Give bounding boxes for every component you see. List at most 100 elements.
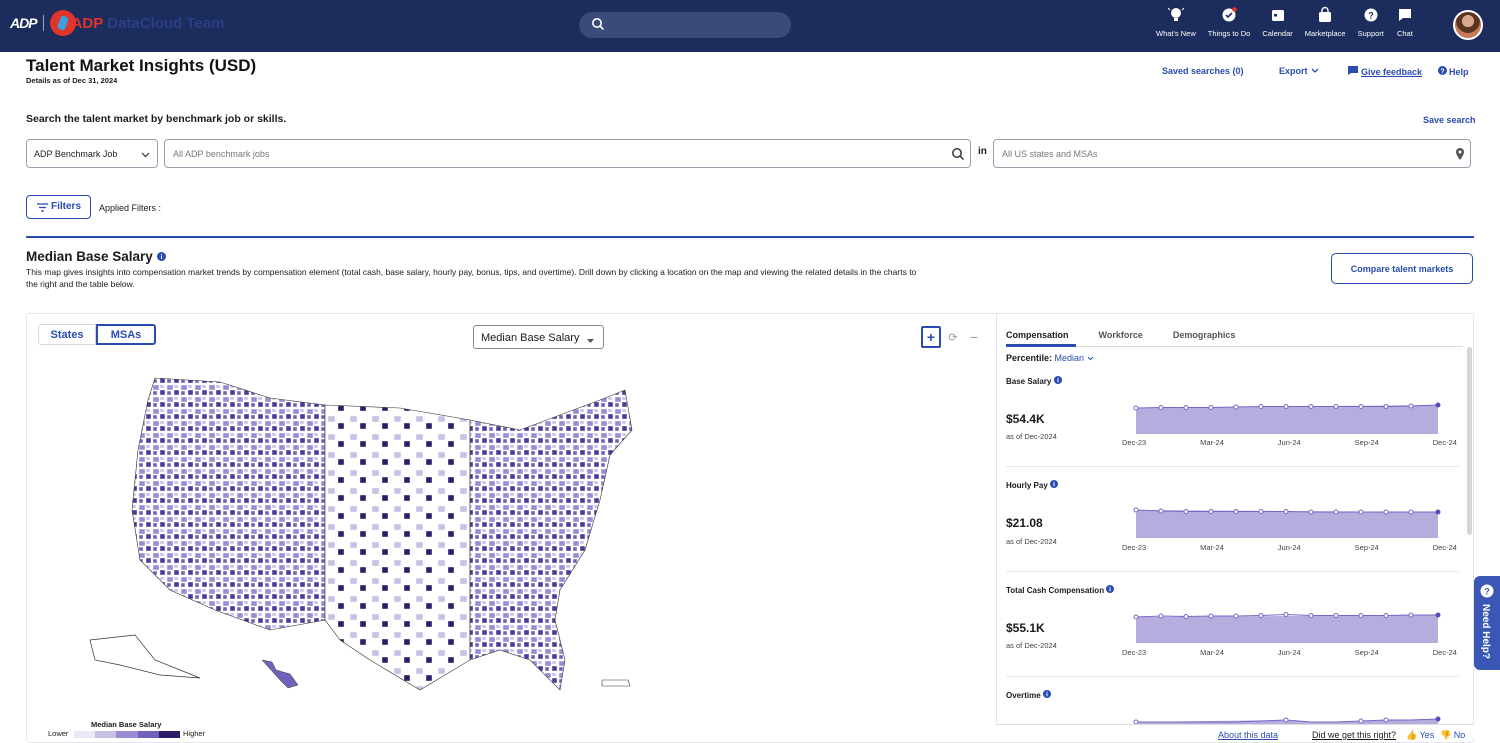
- metric-divider: [1006, 466, 1459, 467]
- choropleth-map[interactable]: [40, 360, 660, 715]
- legend-swatch: [158, 731, 181, 738]
- tab-demographics[interactable]: Demographics: [1173, 330, 1236, 344]
- svg-text:?: ?: [1440, 68, 1444, 75]
- compare-talent-markets-button[interactable]: Compare talent markets: [1331, 253, 1473, 284]
- applied-filters-label: Applied Filters :: [99, 203, 162, 213]
- metric-as-of: as of Dec-2024: [1006, 537, 1057, 546]
- legend-swatch: [74, 731, 96, 738]
- info-icon[interactable]: [1106, 585, 1115, 595]
- shopping-bag-icon: [1316, 6, 1334, 24]
- legend-color-scale: [74, 731, 181, 738]
- nav-things-to-do[interactable]: Things to Do: [1208, 6, 1250, 38]
- nav-label: Support: [1357, 29, 1384, 38]
- x-label: Dec-24: [1432, 543, 1457, 552]
- help-label: Help: [1449, 66, 1469, 77]
- need-help-label: Need Help?: [1480, 604, 1491, 660]
- active-tab-indicator: [1006, 344, 1076, 347]
- search-type-select[interactable]: ADP Benchmark Job: [26, 139, 158, 168]
- nav-whats-new[interactable]: What's New: [1156, 6, 1196, 38]
- feedback-question: Did we get this right?: [1312, 730, 1397, 740]
- thumbs-up-button[interactable]: 👍 Yes: [1406, 730, 1434, 741]
- section-description: This map gives insights into compensatio…: [26, 267, 917, 289]
- saved-searches-link[interactable]: Saved searches (0): [1162, 66, 1244, 76]
- toggle-states[interactable]: States: [38, 324, 96, 345]
- feedback-icon: [1348, 66, 1358, 77]
- panel-scrollbar[interactable]: [1467, 347, 1472, 535]
- x-label: Dec-23: [1122, 543, 1147, 552]
- location-pin-icon: [1455, 148, 1465, 162]
- user-avatar[interactable]: [1453, 10, 1483, 40]
- us-central-region: [324, 404, 471, 691]
- job-search-input[interactable]: All ADP benchmark jobs: [164, 139, 971, 168]
- calendar-icon: [1269, 6, 1287, 24]
- nav-support[interactable]: ? Support: [1358, 6, 1384, 38]
- location-search-input[interactable]: All US states and MSAs: [993, 139, 1471, 168]
- x-label: Jun-24: [1277, 648, 1301, 657]
- toggle-msas[interactable]: MSAs: [96, 324, 156, 345]
- insights-tabs: Compensation Workforce Demographics: [1006, 330, 1265, 344]
- info-icon[interactable]: [156, 249, 166, 264]
- nav-calendar[interactable]: Calendar: [1262, 6, 1293, 38]
- zoom-reset-button[interactable]: ⟳: [943, 326, 963, 348]
- logo-divider: [42, 15, 44, 31]
- percentile-label: Percentile:: [1006, 353, 1053, 363]
- save-search-link[interactable]: Save search: [1423, 115, 1476, 125]
- export-dropdown[interactable]: Export: [1279, 66, 1319, 76]
- thumbs-down-icon: 👎: [1440, 730, 1452, 740]
- help-icon: ?: [1362, 6, 1380, 24]
- filters-button[interactable]: Filters: [26, 195, 91, 219]
- lightbulb-icon: [1167, 6, 1185, 24]
- help-icon: ?: [1480, 584, 1494, 601]
- give-feedback-link[interactable]: Give feedback: [1348, 66, 1422, 77]
- map-metric-select[interactable]: Median Base Salary: [473, 325, 604, 349]
- svg-text:?: ?: [1368, 11, 1374, 21]
- x-label: Jun-24: [1277, 438, 1301, 447]
- zoom-in-button[interactable]: +: [921, 326, 941, 348]
- x-label: Mar-24: [1200, 648, 1224, 657]
- zoom-out-button[interactable]: −: [964, 326, 984, 348]
- export-label: Export: [1279, 66, 1308, 76]
- help-link[interactable]: ? Help: [1438, 66, 1469, 77]
- help-icon: ?: [1438, 66, 1447, 77]
- thumbs-down-button[interactable]: 👎 No: [1440, 730, 1465, 741]
- metric-divider: [1006, 571, 1459, 572]
- metric-as-of: as of Dec-2024: [1006, 641, 1057, 650]
- tab-compensation[interactable]: Compensation: [1006, 330, 1069, 344]
- global-search-input[interactable]: [579, 12, 791, 38]
- metric-base-salary-value: $54.4K: [1006, 412, 1045, 426]
- info-icon[interactable]: [1050, 480, 1059, 490]
- in-label: in: [978, 146, 987, 157]
- legend-high-label: Higher: [183, 729, 206, 738]
- filters-label: Filters: [51, 201, 82, 212]
- metric-as-of: as of Dec-2024: [1006, 432, 1057, 441]
- logo[interactable]: ADP ADP DataCloud Team: [10, 10, 224, 36]
- about-data-link[interactable]: About this data: [1218, 730, 1278, 740]
- percentile-value[interactable]: Median: [1055, 353, 1085, 363]
- data-feedback-bar: About this data Did we get this right? 👍…: [996, 724, 1474, 741]
- info-icon[interactable]: [1053, 376, 1062, 386]
- search-label: Search the talent market by benchmark jo…: [26, 113, 287, 125]
- no-label: No: [1453, 730, 1466, 740]
- metric-overtime-label: Overtime: [1006, 690, 1051, 700]
- tab-workforce[interactable]: Workforce: [1099, 330, 1143, 344]
- x-label: Mar-24: [1200, 543, 1224, 552]
- nav-chat[interactable]: Chat: [1396, 6, 1414, 38]
- page-title: Talent Market Insights (USD): [26, 56, 257, 75]
- brand-name: ADP: [71, 14, 104, 32]
- x-label: Sep-24: [1354, 543, 1379, 552]
- top-navigation-bar: ADP ADP DataCloud Team What's New Things…: [0, 0, 1500, 52]
- x-axis-labels: Dec-23 Mar-24 Jun-24 Sep-24 Dec-24: [1122, 648, 1457, 657]
- info-icon[interactable]: [1042, 690, 1051, 700]
- location-placeholder: All US states and MSAs: [1002, 149, 1098, 159]
- x-label: Dec-23: [1122, 648, 1147, 657]
- brand-subtitle: DataCloud Team: [107, 14, 225, 32]
- section-title-text: Median Base Salary: [26, 249, 153, 264]
- x-label: Mar-24: [1200, 438, 1224, 447]
- feedback-label: Give feedback: [1361, 66, 1423, 77]
- legend-swatch: [95, 731, 117, 738]
- need-help-button[interactable]: ? Need Help?: [1474, 576, 1500, 670]
- nav-marketplace[interactable]: Marketplace: [1305, 6, 1346, 38]
- percentile-selector[interactable]: Percentile: Median: [1006, 353, 1094, 363]
- svg-text:?: ?: [1484, 587, 1490, 597]
- overtime-trend-chart[interactable]: [1118, 708, 1463, 724]
